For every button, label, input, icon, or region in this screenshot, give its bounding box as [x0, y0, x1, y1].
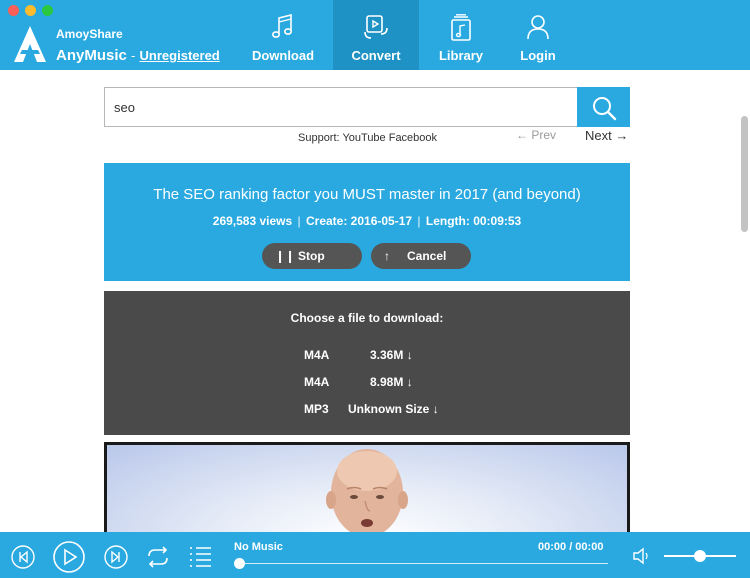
- top-bar: AmoyShare AnyMusic - Unregistered Downlo…: [0, 0, 750, 70]
- search-button[interactable]: [577, 87, 630, 127]
- video-title: The SEO ranking factor you MUST master i…: [153, 186, 581, 203]
- next-label: Next: [585, 128, 612, 143]
- search-box: seo: [104, 87, 630, 127]
- window-controls: [8, 5, 53, 16]
- download-options-panel: Choose a file to download: M4A 3.36M ↓ M…: [104, 291, 630, 435]
- meta-separator: |: [297, 214, 301, 228]
- stop-label: Stop: [298, 249, 325, 263]
- progress-handle[interactable]: [234, 558, 245, 569]
- nav-tab-login[interactable]: Login: [495, 0, 581, 70]
- arrow-left-icon: ←: [516, 128, 528, 142]
- library-icon: [451, 14, 471, 41]
- nav-label: Login: [520, 48, 556, 63]
- next-page-button[interactable]: Next →: [585, 128, 628, 143]
- minimize-window-button[interactable]: [25, 5, 36, 16]
- prev-page-button[interactable]: ← Prev: [516, 128, 556, 142]
- video-thumbnail: [104, 442, 630, 532]
- volume-handle[interactable]: [694, 550, 706, 562]
- stop-button[interactable]: ❙❙ Stop: [262, 243, 362, 269]
- playback-time: 00:00 / 00:00: [538, 541, 604, 553]
- file-size: Unknown Size: [348, 402, 430, 416]
- cancel-label: Cancel: [407, 249, 447, 263]
- repeat-icon[interactable]: [145, 544, 171, 570]
- user-icon: [527, 15, 549, 40]
- nav-label: Library: [438, 48, 484, 63]
- download-option[interactable]: M4A 8.98M ↓: [104, 375, 630, 391]
- supported-sites-text: Support: YouTube Facebook: [298, 132, 438, 144]
- prev-label: Prev: [531, 128, 557, 142]
- app-window: AmoyShare AnyMusic - Unregistered Downlo…: [0, 0, 750, 578]
- volume-icon[interactable]: [632, 547, 652, 565]
- presenter-image: [326, 449, 408, 532]
- brand: AmoyShare AnyMusic - Unregistered: [56, 27, 220, 65]
- product-name: AnyMusic: [56, 47, 127, 64]
- file-format: M4A: [304, 348, 330, 362]
- close-window-button[interactable]: [8, 5, 19, 16]
- nav-tab-convert[interactable]: Convert: [333, 0, 419, 70]
- convert-icon: [364, 15, 388, 39]
- download-heading: Choose a file to download:: [290, 311, 444, 325]
- file-format: MP3: [304, 402, 329, 416]
- file-size: 8.98M: [370, 375, 404, 389]
- download-arrow-icon: ↓: [406, 375, 413, 389]
- nav-label: Download: [251, 48, 315, 63]
- download-arrow-icon: ↓: [406, 348, 413, 362]
- convert-view: seo Support: YouTube Facebook ← Prev Nex…: [0, 70, 750, 532]
- brand-separator: -: [131, 48, 136, 63]
- download-option[interactable]: M4A 3.36M ↓: [104, 348, 630, 364]
- play-icon[interactable]: [52, 540, 86, 574]
- nav-tab-library[interactable]: Library: [418, 0, 504, 70]
- progress-bar[interactable]: [240, 563, 608, 564]
- music-note-icon: [271, 14, 293, 38]
- video-create-date: Create: 2016-05-17: [305, 214, 413, 228]
- cancel-button[interactable]: ↑ Cancel: [371, 243, 471, 269]
- nav-tab-download[interactable]: Download: [240, 0, 326, 70]
- video-meta: 269,583 views | Create: 2016-05-17 | Len…: [104, 214, 630, 228]
- video-info-card: The SEO ranking factor you MUST master i…: [104, 163, 630, 281]
- video-length: Length: 00:09:53: [425, 214, 522, 228]
- company-name: AmoyShare: [56, 27, 123, 41]
- now-playing-title: No Music: [234, 541, 283, 553]
- search-icon: [593, 97, 617, 121]
- vertical-scrollbar[interactable]: [741, 116, 748, 232]
- next-track-icon[interactable]: [103, 544, 129, 570]
- meta-separator: |: [417, 214, 421, 228]
- playlist-icon[interactable]: [189, 545, 213, 567]
- arrow-right-icon: →: [615, 128, 629, 143]
- file-size: 3.36M: [370, 348, 404, 362]
- file-format: M4A: [304, 375, 330, 389]
- amoyshare-logo-icon: [14, 26, 46, 62]
- registration-status-link[interactable]: Unregistered: [140, 48, 220, 63]
- search-input[interactable]: seo: [114, 100, 135, 115]
- video-views: 269,583 views: [212, 214, 293, 228]
- arrow-up-icon: ↑: [384, 249, 390, 263]
- nav-label: Convert: [351, 48, 401, 63]
- download-arrow-icon: ↓: [432, 402, 439, 416]
- previous-track-icon[interactable]: [10, 544, 36, 570]
- pause-icon: ❙❙: [275, 249, 296, 263]
- zoom-window-button[interactable]: [42, 5, 53, 16]
- player-bar: No Music 00:00 / 00:00: [0, 532, 750, 578]
- download-option[interactable]: MP3 Unknown Size ↓: [104, 402, 630, 418]
